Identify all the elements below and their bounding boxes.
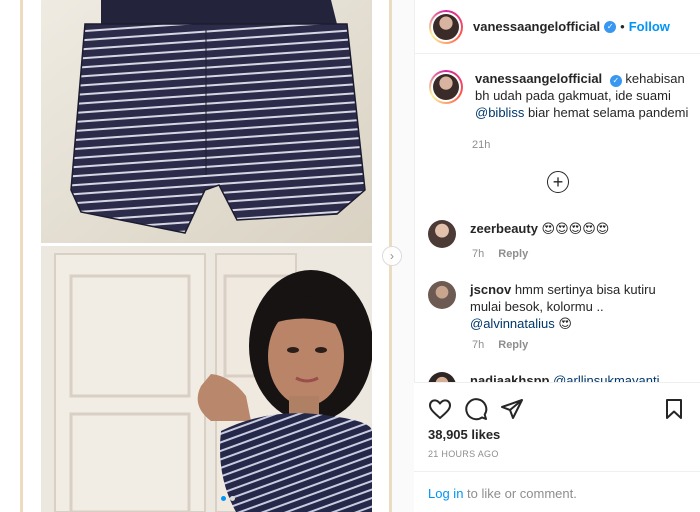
- post-media[interactable]: [23, 0, 389, 512]
- post-header: vanessaangelofficial ✓ • Follow: [415, 0, 700, 54]
- caption-body-2: biar hemat selama pandemi: [527, 105, 689, 120]
- likes-count[interactable]: 38,905 likes: [428, 427, 500, 442]
- comment-time[interactable]: 7h: [472, 339, 484, 351]
- comment-item: zeerbeauty 😍😍😍😍😍: [428, 220, 690, 248]
- comment-item: jscnov hmm sertinya bisa kutiru mulai be…: [428, 281, 690, 332]
- caption-avatar[interactable]: [429, 70, 463, 104]
- comment-emoji: 😍: [558, 316, 572, 331]
- carousel-dot: [230, 496, 235, 501]
- verified-badge-icon: ✓: [609, 74, 622, 87]
- comment-mention[interactable]: @alvinnatalius: [470, 316, 555, 331]
- follow-button[interactable]: Follow: [629, 19, 670, 34]
- photo-woman-in-striped-top: [41, 246, 372, 512]
- caption-timestamp[interactable]: 21h: [472, 139, 490, 151]
- verified-badge-icon: ✓: [604, 20, 617, 33]
- instagram-post-screen: › vanessaangelofficial ✓ • Follow vaness…: [0, 0, 700, 512]
- header-username[interactable]: vanessaangelofficial: [473, 19, 600, 34]
- caption-text: vanessaangelofficial ✓ kehabisan bh udah…: [475, 70, 691, 121]
- photo-striped-boxers: [41, 0, 372, 243]
- carousel-next-button[interactable]: ›: [382, 246, 402, 266]
- heart-icon[interactable]: [428, 397, 452, 421]
- comment-icon[interactable]: [464, 397, 488, 421]
- comment-text: zeerbeauty 😍😍😍😍😍: [470, 220, 682, 248]
- post-actions-section: 38,905 likes 21 HOURS AGO Log in to like…: [414, 382, 700, 512]
- login-link[interactable]: Log in: [428, 486, 463, 501]
- comment-meta: 7h Reply: [472, 248, 528, 260]
- share-icon[interactable]: [500, 397, 524, 421]
- woman-portrait-illustration: [41, 246, 372, 512]
- commenter-avatar[interactable]: [428, 220, 456, 248]
- reply-button[interactable]: Reply: [498, 339, 528, 351]
- reply-button[interactable]: Reply: [498, 248, 528, 260]
- post-timestamp[interactable]: 21 HOURS AGO: [428, 449, 499, 459]
- avatar-image: [433, 13, 459, 40]
- post-caption: vanessaangelofficial ✓ kehabisan bh udah…: [429, 70, 691, 121]
- comment-body: 😍😍😍😍😍: [541, 221, 610, 236]
- caption-mention[interactable]: @bibliss: [475, 105, 524, 120]
- login-prompt: Log in to like or comment.: [414, 471, 700, 512]
- page-margin: [0, 0, 20, 512]
- avatar[interactable]: [429, 9, 463, 44]
- chevron-right-icon: ›: [390, 249, 394, 263]
- commenter-avatar[interactable]: [428, 281, 456, 309]
- comment-time[interactable]: 7h: [472, 248, 484, 260]
- striped-boxers-illustration: [41, 0, 372, 243]
- carousel-indicator: [221, 496, 235, 501]
- plus-circle-icon: +: [552, 172, 564, 192]
- header-separator: •: [620, 19, 625, 34]
- comment-text: jscnov hmm sertinya bisa kutiru mulai be…: [470, 281, 682, 332]
- caption-username[interactable]: vanessaangelofficial: [475, 71, 602, 86]
- login-prompt-text: to like or comment.: [467, 486, 577, 501]
- load-more-comments-button[interactable]: +: [547, 171, 569, 193]
- comment-username[interactable]: zeerbeauty: [470, 221, 538, 236]
- bookmark-icon[interactable]: [662, 397, 686, 421]
- comment-meta: 7h Reply: [472, 339, 528, 351]
- action-icons: [428, 397, 686, 421]
- comment-username[interactable]: jscnov: [470, 282, 511, 297]
- caption-avatar-image: [433, 74, 459, 100]
- carousel-dot-active: [221, 496, 226, 501]
